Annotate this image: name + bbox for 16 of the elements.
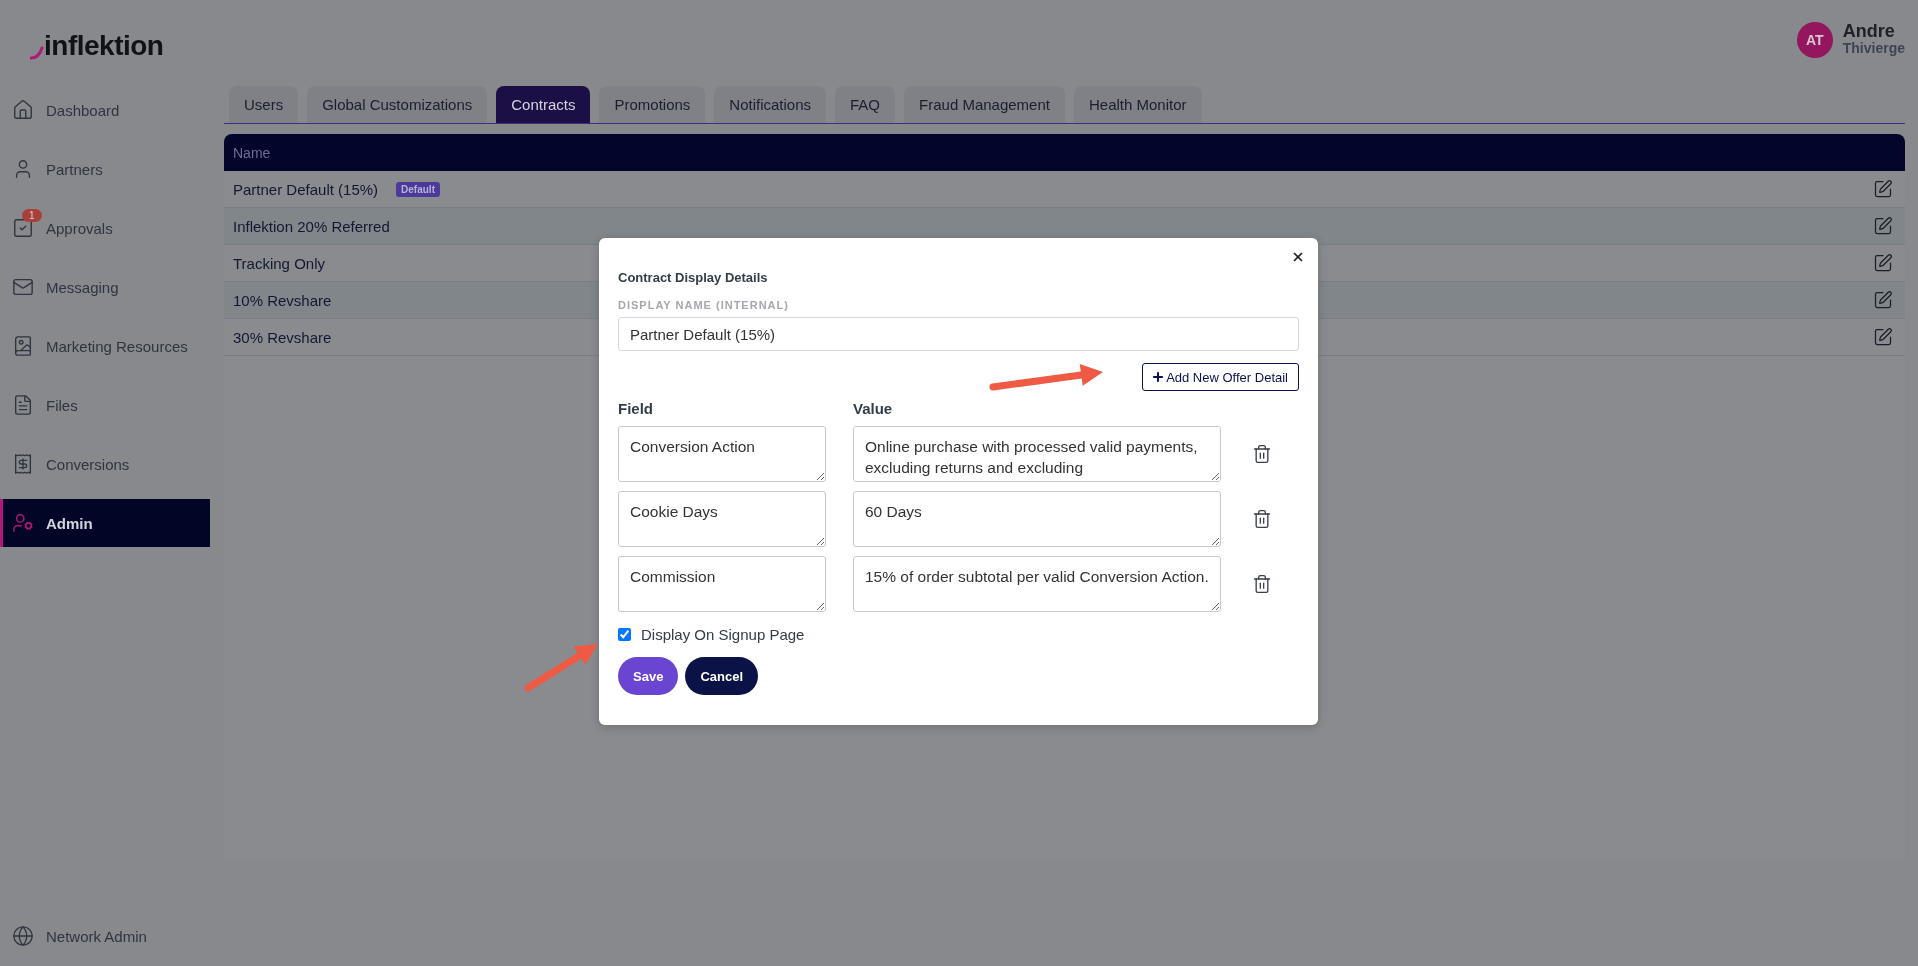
user-last-name: Thivierge [1842,40,1905,56]
user-first-name: Andre [1842,22,1896,41]
logo: inflektion [44,32,164,60]
contract-name: Partner Default (15%) [233,180,379,198]
column-header: Value [853,400,894,417]
column-header: Name [233,144,271,161]
checkbox-label: Display On Signup Page [641,626,805,643]
contract-name: Inflektion 20% Referred [233,217,390,235]
contract-name: Tracking Only [233,254,325,272]
field-label: DISPLAY NAME (INTERNAL) [618,299,790,311]
default-tag: Default [396,181,440,197]
dialog-title: Contract Display Details [618,270,769,285]
notification-badge: 1 [22,209,42,222]
column-header: Field [618,400,654,417]
contract-name: 10% Revshare [233,291,332,309]
contract-name: 30% Revshare [233,328,332,346]
